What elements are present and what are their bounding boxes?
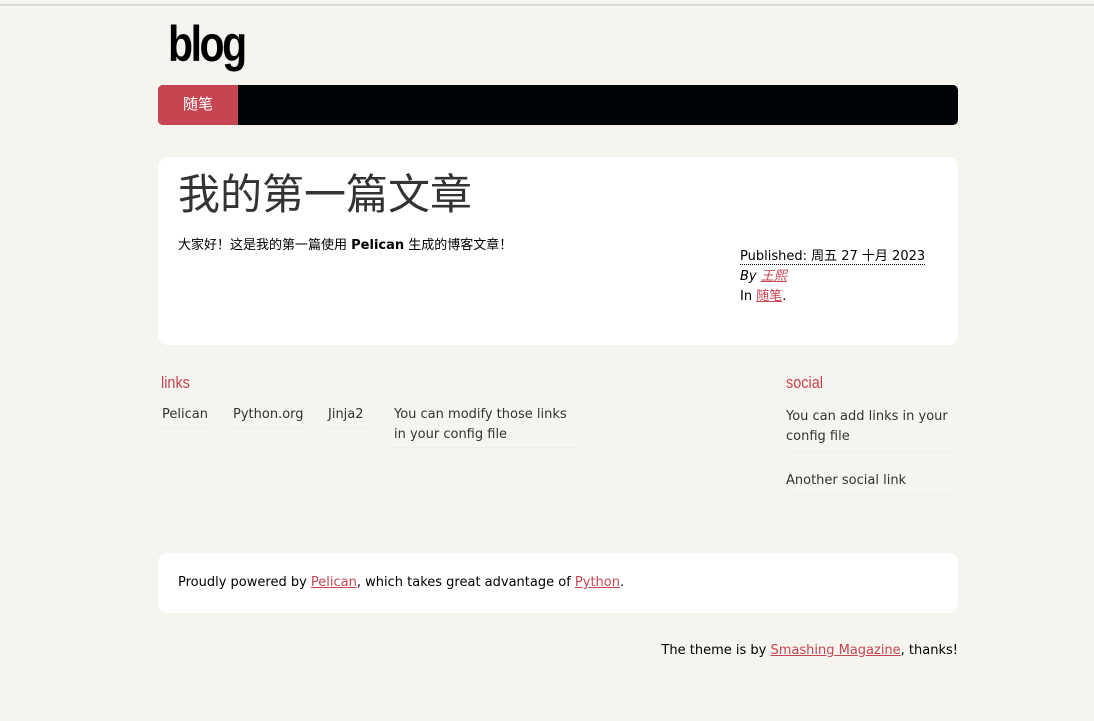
published-label: Published: (740, 249, 807, 264)
article-card: 我的第一篇文章 大家好！这是我的第一篇使用 Pelican 生成的博客文章！ P… (158, 157, 958, 345)
category-suffix: . (782, 289, 787, 304)
powered-middle: , which takes great advantage of (356, 575, 571, 590)
in-label: In (740, 289, 753, 304)
powered-by-card: Proudly powered by Pelican, which takes … (158, 553, 958, 613)
theme-credit: The theme is by Smashing Magazine, thank… (661, 642, 958, 660)
published-line: Published: 周五 27 十月 2023 (740, 247, 926, 267)
powered-by-text: Proudly powered by Pelican, which takes … (178, 574, 624, 592)
body-text-before: 大家好！这是我的第一篇使用 (178, 238, 352, 253)
article-body: 大家好！这是我的第一篇使用 Pelican 生成的博客文章！ (178, 237, 512, 255)
links-title: links (161, 373, 190, 392)
links-item-config-note[interactable]: You can modify those links in your confi… (391, 405, 576, 448)
nav-item-essay[interactable]: 随笔 (158, 85, 238, 125)
category-link[interactable]: 随笔 (756, 289, 782, 304)
site-logo[interactable]: blog (168, 14, 247, 74)
theme-prefix: The theme is by (661, 643, 767, 658)
powered-suffix: . (619, 575, 625, 590)
links-item-pelican[interactable]: Pelican (160, 405, 211, 428)
social-title: social (786, 373, 823, 392)
main-nav: 随笔 (158, 85, 958, 125)
top-rule (0, 4, 1094, 6)
author-line: By 王熙 (740, 267, 925, 287)
python-link[interactable]: Python (575, 575, 620, 590)
published-date: 周五 27 十月 2023 (811, 249, 926, 264)
links-item-jinja2[interactable]: Jinja2 (325, 405, 369, 428)
links-item-python[interactable]: Python.org (232, 405, 305, 428)
published-info: Published: 周五 27 十月 2023 (740, 249, 926, 265)
social-item-another[interactable]: Another social link (786, 471, 956, 495)
category-line: In 随笔. (740, 287, 925, 307)
body-text-after: 生成的博客文章！ (404, 238, 513, 253)
body-text-bold: Pelican (351, 238, 405, 253)
smashing-magazine-link[interactable]: Smashing Magazine (770, 643, 900, 658)
powered-prefix: Proudly powered by (178, 575, 307, 590)
by-label: By (740, 269, 757, 284)
social-item-config-note[interactable]: You can add links in your config file (786, 407, 956, 452)
theme-suffix: , thanks! (900, 643, 958, 658)
article-meta: Published: 周五 27 十月 2023 By 王熙 In 随笔. (740, 247, 926, 307)
author-link[interactable]: 王熙 (761, 269, 787, 284)
article-title: 我的第一篇文章 (178, 170, 473, 219)
pelican-link[interactable]: Pelican (311, 575, 357, 590)
